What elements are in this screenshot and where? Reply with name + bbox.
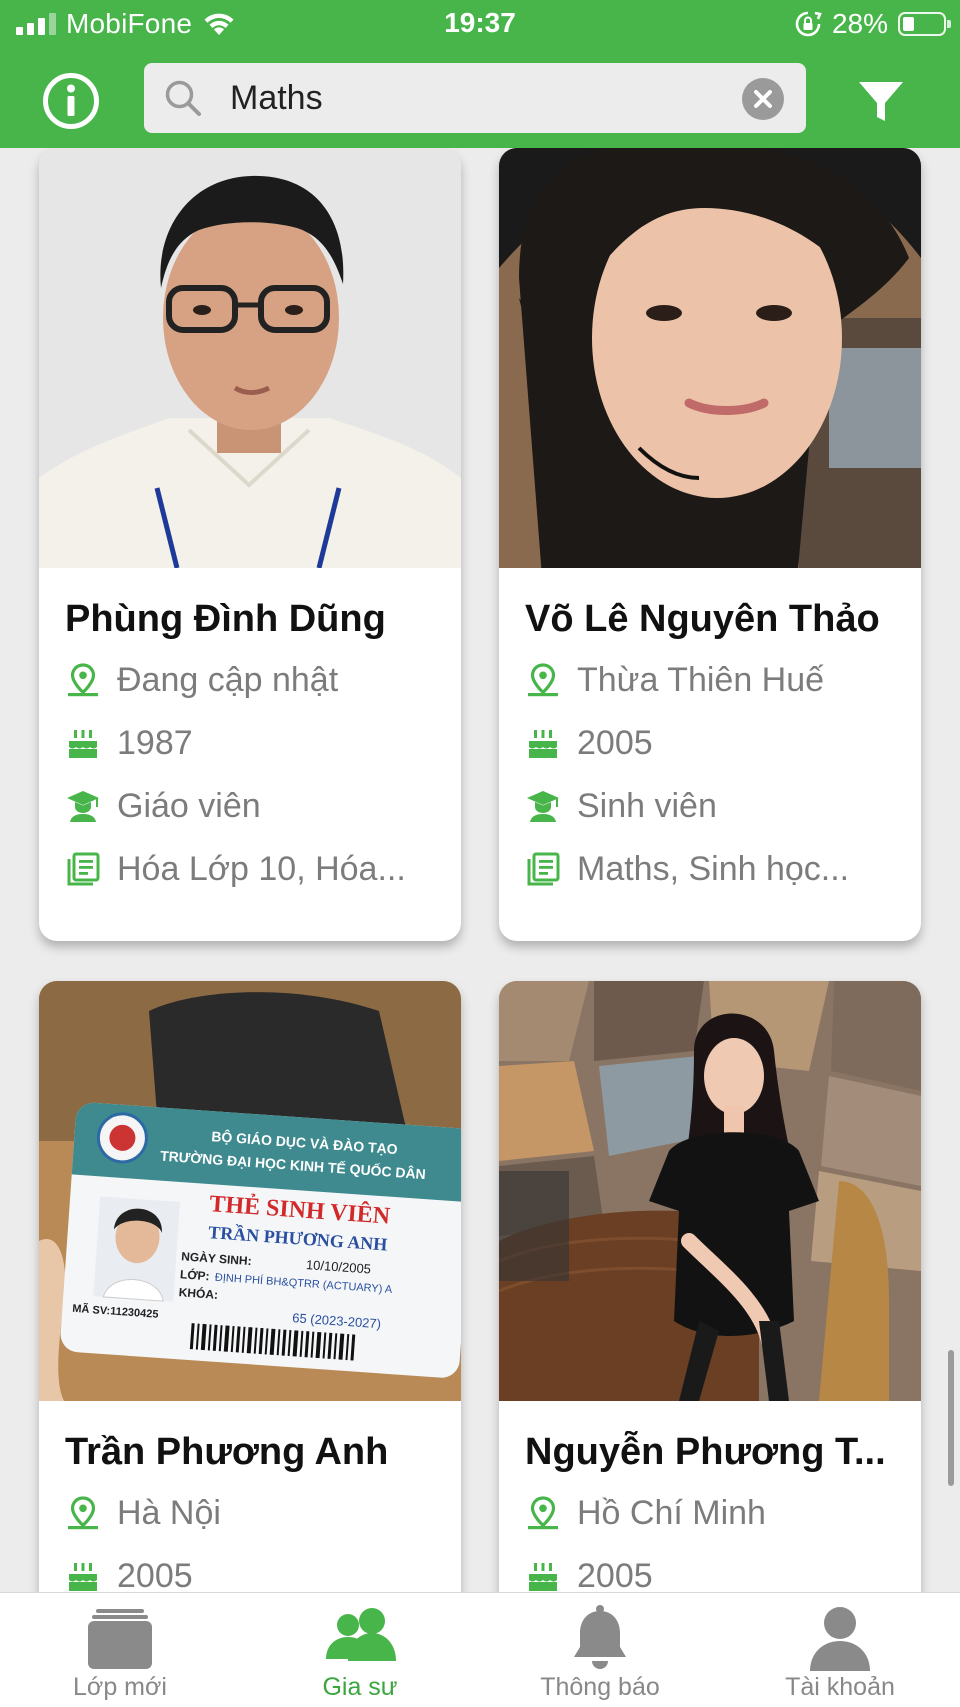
clear-search-button[interactable] <box>742 78 784 120</box>
tutor-location: Đang cập nhật <box>65 658 445 702</box>
tab-label: Gia sư <box>322 1673 398 1701</box>
tab-new-classes[interactable]: Lớp mới <box>0 1593 240 1707</box>
tutor-grid: Phùng Đình Dũng Đang cập nhật 1987 Giáo … <box>0 148 960 1592</box>
tutor-birth-year: 2005 <box>525 721 905 765</box>
scrollbar[interactable] <box>948 1350 954 1486</box>
tutor-location: Thừa Thiên Huế <box>525 658 905 702</box>
birthday-cake-icon <box>65 725 101 761</box>
tutor-birth-year: 2005 <box>525 1554 905 1592</box>
tutor-location: Hồ Chí Minh <box>525 1491 905 1535</box>
tutor-name: Phùng Đình Dũng <box>65 598 386 640</box>
location-pin-icon <box>525 1495 561 1531</box>
subjects-text: Maths, Sinh học... <box>577 849 850 888</box>
tutor-name: Võ Lê Nguyên Thảo <box>525 598 880 640</box>
tab-label: Tài khoản <box>785 1673 895 1701</box>
birth-year-text: 2005 <box>577 1556 653 1593</box>
info-icon[interactable] <box>42 72 100 130</box>
bell-icon <box>574 1605 626 1669</box>
tutor-card[interactable]: Nguyễn Phương T... Hồ Chí Minh 2005 <box>499 981 921 1592</box>
birthday-cake-icon <box>525 1558 561 1592</box>
rotation-lock-icon <box>795 11 822 37</box>
battery-percent: 28% <box>831 8 888 39</box>
tutor-birth-year: 1987 <box>65 721 445 765</box>
people-icon <box>326 1608 396 1661</box>
card-class-label: LỚP: <box>180 1266 211 1283</box>
tutor-photo <box>499 148 921 568</box>
tab-tutors[interactable]: Gia sư <box>240 1593 480 1707</box>
search-bar[interactable] <box>144 63 806 133</box>
tutor-name: Nguyễn Phương T... <box>525 1431 886 1473</box>
tutor-subjects: Maths, Sinh học... <box>525 847 905 891</box>
tutor-card[interactable]: BỘ GIÁO DỤC VÀ ĐÀO TẠO TRƯỜNG ĐẠI HỌC KI… <box>39 981 461 1592</box>
location-text: Thừa Thiên Huế <box>577 660 825 699</box>
tutor-card[interactable]: Võ Lê Nguyên Thảo Thừa Thiên Huế 2005 Si… <box>499 148 921 941</box>
tutor-card[interactable]: Phùng Đình Dũng Đang cập nhật 1987 Giáo … <box>39 148 461 941</box>
tutor-birth-year: 2005 <box>65 1554 445 1592</box>
card-course-label: KHÓA: <box>178 1284 218 1302</box>
tutor-location: Hà Nội <box>65 1491 445 1535</box>
graduate-icon <box>65 788 101 824</box>
battery-fill <box>903 17 914 31</box>
app-header: MobiFone 19:37 28% <box>0 0 960 148</box>
close-icon <box>754 90 772 108</box>
tab-label: Lớp mới <box>73 1673 167 1701</box>
subjects-book-icon <box>525 851 561 887</box>
status-bar: MobiFone 19:37 28% <box>0 0 960 48</box>
location-pin-icon <box>65 662 101 698</box>
subjects-text: Hóa Lớp 10, Hóa... <box>117 849 406 888</box>
birth-year-text: 2005 <box>577 723 653 762</box>
tutor-occupation: Giáo viên <box>65 784 445 828</box>
occupation-text: Sinh viên <box>577 786 717 825</box>
folder-icon <box>88 1609 152 1669</box>
birth-year-text: 1987 <box>117 723 193 762</box>
tutor-photo <box>39 148 461 568</box>
tab-notifications[interactable]: Thông báo <box>480 1593 720 1707</box>
birth-year-text: 2005 <box>117 1556 193 1593</box>
location-pin-icon <box>65 1495 101 1531</box>
birthday-cake-icon <box>525 725 561 761</box>
tutor-name: Trần Phương Anh <box>65 1431 389 1473</box>
person-icon <box>810 1607 870 1671</box>
search-input[interactable] <box>230 63 710 133</box>
tutor-subjects: Hóa Lớp 10, Hóa... <box>65 847 445 891</box>
search-icon <box>165 80 201 116</box>
tab-label: Thông báo <box>540 1673 660 1701</box>
graduate-icon <box>525 788 561 824</box>
tab-account[interactable]: Tài khoản <box>720 1593 960 1707</box>
location-text: Hồ Chí Minh <box>577 1493 766 1532</box>
tutor-photo <box>499 981 921 1401</box>
birthday-cake-icon <box>65 1558 101 1592</box>
tutor-photo: BỘ GIÁO DỤC VÀ ĐÀO TẠO TRƯỜNG ĐẠI HỌC KI… <box>39 981 461 1401</box>
location-text: Đang cập nhật <box>117 660 339 699</box>
location-pin-icon <box>525 662 561 698</box>
occupation-text: Giáo viên <box>117 786 261 825</box>
battery-icon <box>898 12 951 36</box>
subjects-book-icon <box>65 851 101 887</box>
location-text: Hà Nội <box>117 1493 221 1532</box>
filter-icon[interactable] <box>856 77 906 127</box>
tutor-occupation: Sinh viên <box>525 784 905 828</box>
status-right: 28% <box>794 8 951 40</box>
bottom-tab-bar: Lớp mới Gia sư Thông báo Tài khoản <box>0 1592 960 1707</box>
